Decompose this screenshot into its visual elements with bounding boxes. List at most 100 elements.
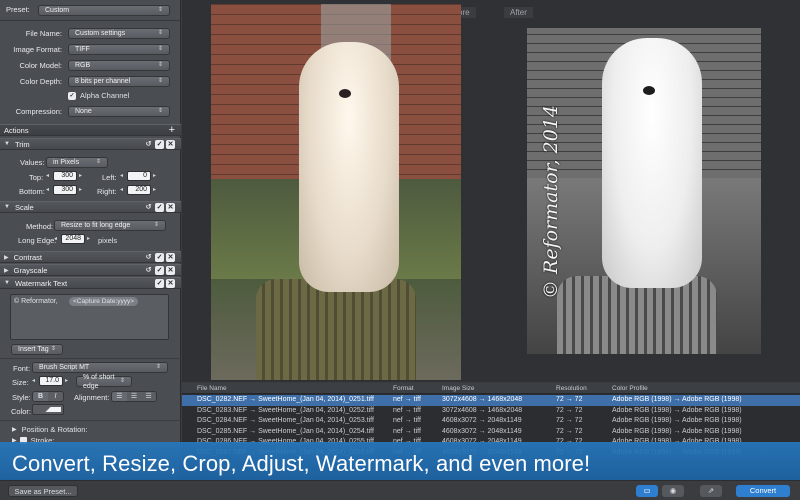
alignment-segmented[interactable]: ☰ ☰ ☰ bbox=[111, 391, 157, 402]
align-left-icon[interactable]: ☰ bbox=[112, 392, 127, 401]
trim-right-field[interactable]: 200 bbox=[127, 185, 151, 195]
align-center-icon[interactable]: ☰ bbox=[126, 392, 142, 401]
reset-icon[interactable]: ↺ bbox=[144, 253, 153, 262]
enable-check-icon[interactable]: ✓ bbox=[155, 203, 164, 212]
stepper-right-icon[interactable]: ▸ bbox=[79, 171, 86, 181]
stepper-right-icon[interactable]: ▸ bbox=[87, 234, 94, 244]
preset-popup[interactable]: Custom ⇕ bbox=[38, 5, 170, 16]
disclosure-right-icon[interactable]: ▶ bbox=[4, 254, 9, 261]
enable-check-icon[interactable]: ✓ bbox=[155, 253, 164, 262]
dog-nose-gray bbox=[643, 86, 655, 95]
stepper-left-icon[interactable]: ◂ bbox=[120, 171, 127, 181]
table-row[interactable]: DSC_0284.NEF → SweetHome_(Jan 04, 2014)_… bbox=[182, 416, 800, 427]
bold-button[interactable]: B bbox=[33, 392, 48, 401]
disclosure-down-icon[interactable]: ▼ bbox=[4, 204, 10, 210]
stepper-left-icon[interactable]: ◂ bbox=[46, 171, 53, 181]
share-icon[interactable]: ⇗ bbox=[700, 485, 722, 497]
contrast-header[interactable]: ▶ Contrast ↺ ✓ ✕ bbox=[0, 251, 181, 263]
col-file-name[interactable]: File Name bbox=[197, 385, 227, 392]
file-name-popup[interactable]: Custom settings ⇕ bbox=[68, 28, 170, 39]
cell-format: nef → tiff bbox=[393, 427, 421, 435]
watermark-text-area[interactable]: © Reformator, <Capture Date:yyyy> bbox=[10, 294, 169, 340]
color-model-popup[interactable]: RGB ⇕ bbox=[68, 60, 170, 71]
actions-title: Actions bbox=[4, 125, 29, 135]
convert-button[interactable]: Convert bbox=[736, 485, 790, 497]
size-field[interactable]: 17.0 bbox=[39, 376, 63, 386]
stepper-right-icon[interactable]: ▸ bbox=[79, 185, 86, 195]
font-popup[interactable]: Brush Script MT ⇕ bbox=[32, 362, 168, 373]
stepper-left-icon[interactable]: ◂ bbox=[54, 234, 61, 244]
reset-icon[interactable]: ↺ bbox=[144, 140, 153, 149]
col-resolution[interactable]: Resolution bbox=[556, 385, 587, 392]
trim-top-field[interactable]: 300 bbox=[53, 171, 77, 181]
color-well[interactable] bbox=[32, 404, 64, 415]
save-preset-button[interactable]: Save as Preset... bbox=[8, 485, 78, 497]
trim-bottom-field[interactable]: 300 bbox=[53, 185, 77, 195]
trim-header[interactable]: ▼ Trim ↺ ✓ ✕ bbox=[0, 138, 181, 150]
remove-icon[interactable]: ✕ bbox=[166, 203, 175, 212]
disclosure-right-icon[interactable]: ▶ bbox=[12, 426, 17, 433]
disclosure-down-icon[interactable]: ▼ bbox=[4, 141, 10, 147]
compare-view-icon[interactable]: ▭ bbox=[636, 485, 658, 497]
grayscale-header[interactable]: ▶ Grayscale ↺ ✓ ✕ bbox=[0, 264, 181, 276]
compression-popup[interactable]: None ⇕ bbox=[68, 106, 170, 117]
size-unit-popup[interactable]: % of short edge ⇕ bbox=[76, 374, 132, 390]
style-segmented[interactable]: B I bbox=[32, 391, 64, 402]
enable-check-icon[interactable]: ✓ bbox=[155, 140, 164, 149]
remove-icon[interactable]: ✕ bbox=[166, 253, 175, 262]
chevron-updown-icon: ⇕ bbox=[157, 30, 163, 36]
stepper-left-icon[interactable]: ◂ bbox=[120, 185, 127, 195]
stepper-right-icon[interactable]: ▸ bbox=[153, 171, 160, 181]
stepper-left-icon[interactable]: ◂ bbox=[46, 185, 53, 195]
table-row[interactable]: DSC_0282.NEF → SweetHome_(Jan 04, 2014)_… bbox=[182, 395, 800, 406]
stepper-left-icon[interactable]: ◂ bbox=[32, 376, 39, 386]
reset-icon[interactable]: ↺ bbox=[144, 203, 153, 212]
remove-icon[interactable]: ✕ bbox=[166, 279, 175, 288]
alignment-label: Alignment: bbox=[74, 393, 110, 402]
color-depth-value: 8 bits per channel bbox=[75, 78, 131, 85]
scale-method-popup[interactable]: Resize to fit long edge ⇕ bbox=[54, 220, 166, 231]
remove-icon[interactable]: ✕ bbox=[166, 266, 175, 275]
trim-values-popup[interactable]: in Pixels ⇕ bbox=[46, 157, 108, 168]
italic-button[interactable]: I bbox=[48, 392, 63, 401]
disclosure-right-icon[interactable]: ▶ bbox=[4, 267, 9, 274]
watermark-header[interactable]: ▼ Watermark Text ✓ ✕ bbox=[0, 277, 181, 289]
cell-color-profile: Adobe RGB (1998) → Adobe RGB (1998) bbox=[612, 406, 742, 414]
dog-figure bbox=[299, 42, 399, 292]
stepper-right-icon[interactable]: ▸ bbox=[153, 185, 160, 195]
trim-title: Trim bbox=[14, 139, 30, 149]
reset-icon[interactable]: ↺ bbox=[144, 266, 153, 275]
bottom-toolbar: Save as Preset... ▭ ◉ ⇗ Convert bbox=[0, 480, 800, 500]
enable-check-icon[interactable]: ✓ bbox=[155, 279, 164, 288]
scale-method-label: Method: bbox=[26, 222, 54, 231]
trim-left-field[interactable]: 0 bbox=[127, 171, 151, 181]
table-row[interactable]: DSC_0283.NEF → SweetHome_(Jan 04, 2014)_… bbox=[182, 406, 800, 417]
long-edge-field[interactable]: 2048 bbox=[61, 234, 85, 244]
color-depth-popup[interactable]: 8 bits per channel ⇕ bbox=[68, 76, 170, 87]
preview-eye-icon[interactable]: ◉ bbox=[662, 485, 684, 497]
insert-tag-popup[interactable]: Insert Tag ⇕ bbox=[11, 344, 63, 355]
table-row[interactable]: DSC_0285.NEF → SweetHome_(Jan 04, 2014)_… bbox=[182, 427, 800, 438]
color-model-value: RGB bbox=[75, 62, 91, 69]
contrast-title: Contrast bbox=[13, 252, 42, 262]
enable-check-icon[interactable]: ✓ bbox=[155, 266, 164, 275]
alpha-channel-row[interactable]: ✓ Alpha Channel bbox=[68, 91, 129, 100]
align-right-icon[interactable]: ☰ bbox=[141, 392, 156, 401]
image-format-label: Image Format: bbox=[13, 45, 62, 54]
capture-date-token[interactable]: <Capture Date:yyyy> bbox=[69, 297, 139, 306]
col-format[interactable]: Format bbox=[393, 385, 414, 392]
col-image-size[interactable]: Image Size bbox=[442, 385, 475, 392]
scale-header[interactable]: ▼ Scale ↺ ✓ ✕ bbox=[0, 201, 181, 213]
grayscale-title: Grayscale bbox=[13, 265, 48, 275]
add-action-icon[interactable]: + bbox=[169, 124, 175, 136]
col-color-profile[interactable]: Color Profile bbox=[612, 385, 648, 392]
position-rotation-row[interactable]: ▶ Position & Rotation: bbox=[12, 425, 88, 434]
disclosure-down-icon[interactable]: ▼ bbox=[4, 280, 10, 286]
image-format-popup[interactable]: TIFF ⇕ bbox=[68, 44, 170, 55]
remove-icon[interactable]: ✕ bbox=[166, 140, 175, 149]
chevron-updown-icon: ⇕ bbox=[157, 108, 163, 114]
stepper-right-icon[interactable]: ▸ bbox=[65, 376, 72, 386]
alpha-channel-checkbox[interactable]: ✓ bbox=[68, 91, 76, 100]
color-label: Color: bbox=[11, 407, 32, 416]
cell-color-profile: Adobe RGB (1998) → Adobe RGB (1998) bbox=[612, 396, 742, 403]
